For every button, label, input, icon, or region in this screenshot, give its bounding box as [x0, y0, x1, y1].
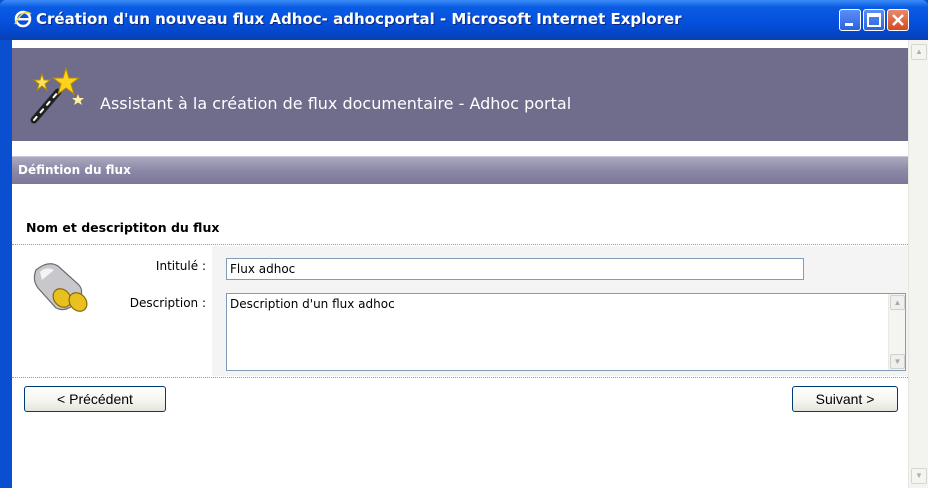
next-button[interactable]: Suivant > [792, 386, 898, 412]
wizard-header: Assistant à la création de flux document… [12, 48, 908, 141]
close-icon [892, 14, 904, 26]
plug-icon [33, 263, 88, 312]
divider [12, 244, 908, 245]
textarea-scrollbar[interactable]: ▲ ▼ [888, 294, 905, 370]
maximize-icon [867, 13, 881, 27]
minimize-icon [845, 23, 853, 26]
page-content: Assistant à la création de flux document… [12, 40, 928, 488]
minimize-button[interactable] [839, 9, 861, 31]
subsection-title: Nom et descriptiton du flux [26, 220, 220, 235]
browser-window: Création d'un nouveau flux Adhoc- adhocp… [0, 0, 928, 488]
description-value: Description d'un flux adhoc [230, 297, 395, 311]
magic-wand-icon [30, 66, 84, 124]
scroll-up-icon[interactable]: ▲ [911, 44, 927, 60]
section-title: Défintion du flux [18, 163, 131, 177]
scroll-down-icon[interactable]: ▼ [890, 354, 905, 369]
scroll-down-icon[interactable]: ▼ [911, 468, 927, 484]
title-bar[interactable]: Création d'un nouveau flux Adhoc- adhocp… [0, 0, 928, 40]
description-textarea[interactable]: Description d'un flux adhoc ▲ ▼ [226, 293, 906, 371]
close-button[interactable] [887, 9, 909, 31]
divider [12, 377, 908, 378]
description-label: Description : [129, 296, 206, 310]
section-header: Défintion du flux [12, 156, 908, 184]
window-title: Création d'un nouveau flux Adhoc- adhocp… [36, 10, 682, 28]
maximize-button[interactable] [863, 9, 885, 31]
page-scrollbar[interactable]: ▲ ▼ [908, 40, 928, 488]
wizard-title: Assistant à la création de flux document… [100, 94, 572, 113]
ie-icon [14, 10, 32, 28]
intitule-label: Intitulé : [155, 259, 206, 273]
scroll-up-icon[interactable]: ▲ [890, 295, 905, 310]
intitule-input[interactable]: Flux adhoc [226, 258, 804, 280]
previous-button[interactable]: < Précédent [24, 386, 166, 412]
